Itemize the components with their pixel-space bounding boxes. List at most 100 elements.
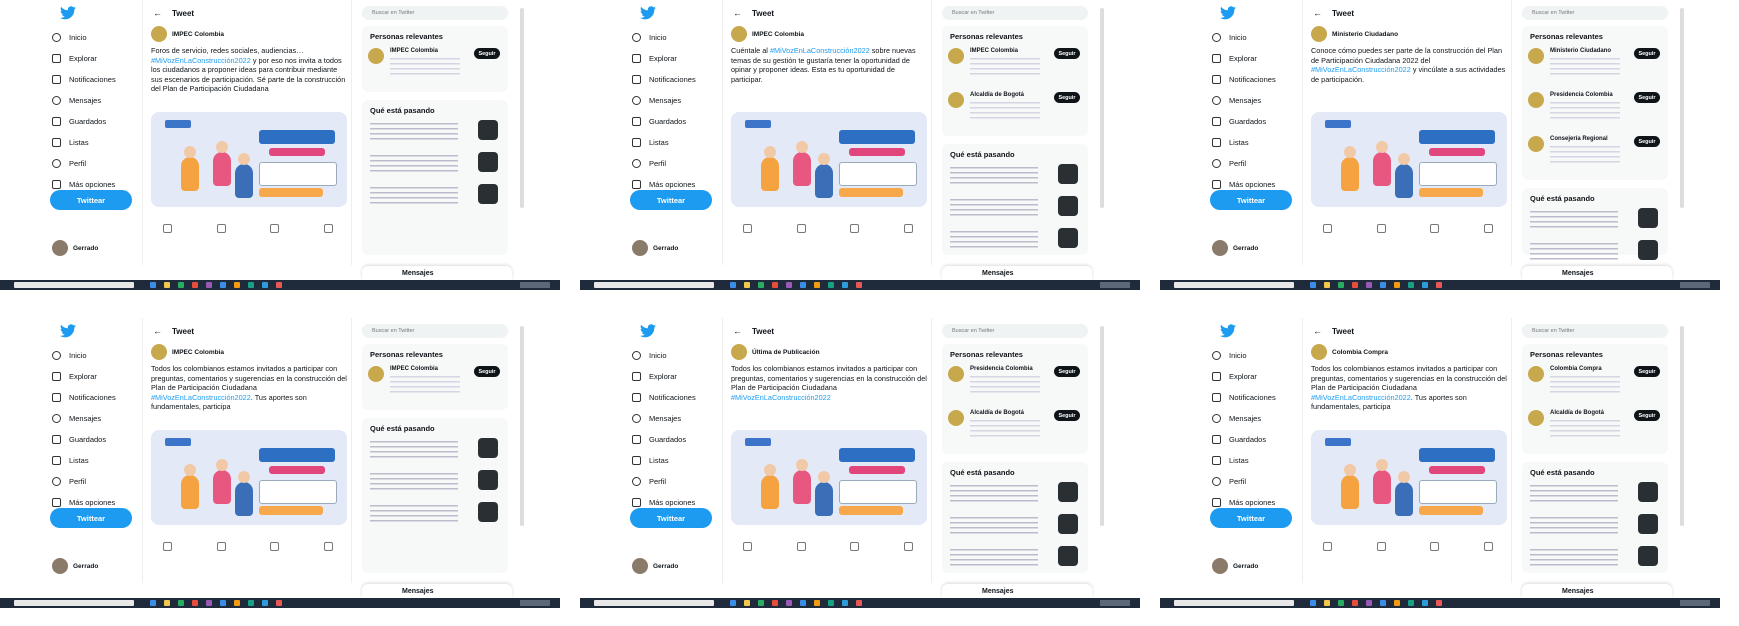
taskbar-app-icon[interactable]	[828, 282, 834, 288]
tweet-button[interactable]: Twittear	[630, 190, 712, 210]
hashtag-link[interactable]: #MiVozEnLaConstrucción2022	[1311, 393, 1411, 402]
hashtag-link[interactable]: #MiVozEnLaConstrucción2022	[731, 393, 831, 402]
retweet-icon[interactable]	[796, 542, 806, 551]
taskbar-app-icon[interactable]	[1324, 600, 1330, 606]
follow-button[interactable]: Seguir	[1634, 136, 1660, 147]
taskbar-search[interactable]	[1174, 600, 1294, 606]
nav-item-list[interactable]: Listas	[52, 453, 89, 467]
back-arrow-icon[interactable]: ←	[153, 8, 162, 18]
nav-item-bookmark[interactable]: Guardados	[632, 432, 686, 446]
nav-item-mail[interactable]: Mensajes	[1212, 411, 1261, 425]
nav-item-more[interactable]: Más opciones	[632, 495, 695, 509]
nav-item-hash[interactable]: Explorar	[632, 369, 677, 383]
taskbar-app-icon[interactable]	[1324, 282, 1330, 288]
like-icon[interactable]	[850, 542, 860, 551]
hashtag-link[interactable]: #MiVozEnLaConstrucción2022	[151, 56, 251, 65]
taskbar-app-icon[interactable]	[1422, 600, 1428, 606]
relevant-person[interactable]: Ministerio Ciudadano Seguir	[1528, 46, 1664, 86]
nav-item-more[interactable]: Más opciones	[632, 177, 695, 191]
taskbar-app-icon[interactable]	[800, 600, 806, 606]
nav-item-mail[interactable]: Mensajes	[52, 411, 101, 425]
retweet-icon[interactable]	[796, 224, 806, 233]
twitter-bird-icon[interactable]	[1220, 6, 1236, 20]
taskbar-app-icon[interactable]	[786, 282, 792, 288]
tweet-image[interactable]	[151, 430, 347, 525]
follow-button[interactable]: Seguir	[1054, 410, 1080, 421]
relevant-person[interactable]: IMPEC Colombia Seguir	[368, 364, 504, 404]
nav-item-person[interactable]: Perfil	[632, 474, 666, 488]
taskbar-app-icon[interactable]	[206, 282, 212, 288]
trend-item[interactable]	[370, 184, 500, 212]
taskbar-app-icon[interactable]	[1338, 282, 1344, 288]
reply-icon[interactable]	[1323, 542, 1332, 551]
trend-item[interactable]	[370, 470, 500, 498]
nav-item-person[interactable]: Perfil	[632, 156, 666, 170]
back-arrow-icon[interactable]: ←	[733, 326, 742, 336]
taskbar-app-icon[interactable]	[1394, 600, 1400, 606]
trend-item[interactable]	[370, 502, 500, 530]
tweet-author[interactable]: IMPEC Colombia	[151, 26, 224, 42]
follow-button[interactable]: Seguir	[1054, 48, 1080, 59]
nav-item-home[interactable]: Inicio	[632, 348, 667, 362]
follow-button[interactable]: Seguir	[1634, 48, 1660, 59]
nav-item-list[interactable]: Listas	[1212, 453, 1249, 467]
follow-button[interactable]: Seguir	[1054, 92, 1080, 103]
nav-item-list[interactable]: Listas	[632, 453, 669, 467]
reply-icon[interactable]	[163, 224, 172, 233]
back-arrow-icon[interactable]: ←	[153, 326, 162, 336]
taskbar-app-icon[interactable]	[856, 282, 862, 288]
nav-item-more[interactable]: Más opciones	[1212, 495, 1275, 509]
nav-item-person[interactable]: Perfil	[52, 156, 86, 170]
taskbar-app-icon[interactable]	[262, 600, 268, 606]
taskbar-app-icon[interactable]	[164, 600, 170, 606]
taskbar-app-icon[interactable]	[150, 600, 156, 606]
nav-item-hash[interactable]: Explorar	[52, 51, 97, 65]
taskbar-search[interactable]	[14, 282, 134, 288]
nav-item-bell[interactable]: Notificaciones	[632, 390, 696, 404]
taskbar-app-icon[interactable]	[164, 282, 170, 288]
scrollbar[interactable]	[520, 8, 524, 208]
hashtag-link[interactable]: #MiVozEnLaConstrucción2022	[1311, 65, 1411, 74]
relevant-person[interactable]: Alcaldía de Bogotá Seguir	[1528, 408, 1664, 448]
taskbar-app-icon[interactable]	[1422, 282, 1428, 288]
search-input[interactable]: Buscar en Twitter	[1522, 6, 1668, 20]
search-input[interactable]: Buscar en Twitter	[942, 6, 1088, 20]
retweet-icon[interactable]	[1376, 224, 1386, 233]
nav-item-home[interactable]: Inicio	[1212, 348, 1247, 362]
taskbar-app-icon[interactable]	[234, 600, 240, 606]
taskbar-app-icon[interactable]	[772, 600, 778, 606]
tweet-image[interactable]	[1311, 430, 1507, 525]
search-input[interactable]: Buscar en Twitter	[362, 6, 508, 20]
share-icon[interactable]	[1483, 224, 1493, 233]
account-switcher[interactable]: Gerrado	[1212, 240, 1258, 256]
trend-item[interactable]	[370, 152, 500, 180]
nav-item-hash[interactable]: Explorar	[52, 369, 97, 383]
taskbar-app-icon[interactable]	[828, 600, 834, 606]
taskbar-app-icon[interactable]	[814, 600, 820, 606]
messages-drawer[interactable]: Mensajes	[362, 266, 512, 280]
taskbar-app-icon[interactable]	[758, 600, 764, 606]
tweet-author[interactable]: Colombia Compra	[1311, 344, 1388, 360]
nav-item-list[interactable]: Listas	[632, 135, 669, 149]
trend-item[interactable]	[950, 546, 1080, 574]
account-switcher[interactable]: Gerrado	[632, 240, 678, 256]
nav-item-list[interactable]: Listas	[1212, 135, 1249, 149]
messages-drawer[interactable]: Mensajes	[362, 584, 512, 598]
taskbar-app-icon[interactable]	[192, 600, 198, 606]
taskbar-app-icon[interactable]	[1436, 600, 1442, 606]
trend-item[interactable]	[950, 164, 1080, 192]
tweet-image[interactable]	[151, 112, 347, 207]
nav-item-bell[interactable]: Notificaciones	[1212, 72, 1276, 86]
taskbar-app-icon[interactable]	[800, 282, 806, 288]
taskbar-search[interactable]	[594, 600, 714, 606]
tweet-image[interactable]	[731, 430, 927, 525]
messages-drawer[interactable]: Mensajes	[942, 584, 1092, 598]
nav-item-bell[interactable]: Notificaciones	[632, 72, 696, 86]
taskbar-app-icon[interactable]	[842, 600, 848, 606]
taskbar-app-icon[interactable]	[814, 282, 820, 288]
taskbar-app-icon[interactable]	[1436, 282, 1442, 288]
like-icon[interactable]	[1430, 224, 1440, 233]
account-switcher[interactable]: Gerrado	[52, 558, 98, 574]
share-icon[interactable]	[1483, 542, 1493, 551]
nav-item-home[interactable]: Inicio	[632, 30, 667, 44]
